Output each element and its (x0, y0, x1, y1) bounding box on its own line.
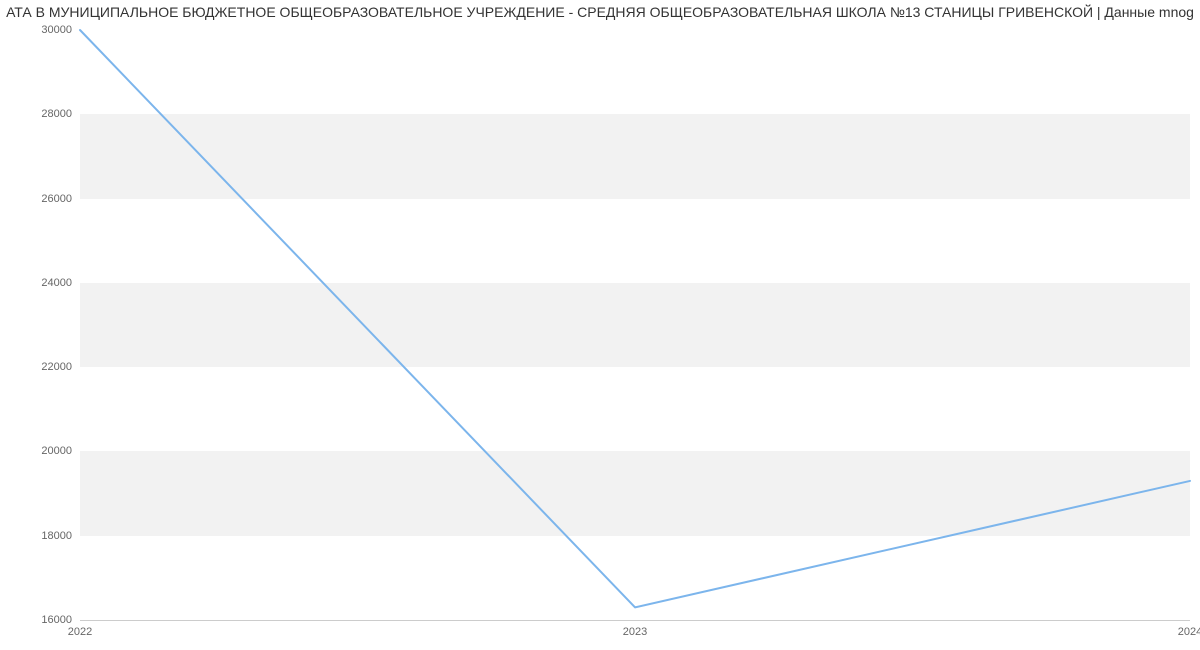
x-tick-label: 2022 (68, 620, 92, 638)
y-tick-label: 24000 (41, 277, 80, 289)
line-layer (80, 30, 1190, 620)
plot-area: 1600018000200002200024000260002800030000… (80, 30, 1190, 620)
x-tick-label: 2024 (1178, 620, 1200, 638)
y-tick-label: 18000 (41, 530, 80, 542)
x-tick-label: 2023 (623, 620, 647, 638)
chart-title: АТА В МУНИЦИПАЛЬНОЕ БЮДЖЕТНОЕ ОБЩЕОБРАЗО… (0, 4, 1200, 20)
chart-container: АТА В МУНИЦИПАЛЬНОЕ БЮДЖЕТНОЕ ОБЩЕОБРАЗО… (0, 0, 1200, 650)
y-tick-label: 22000 (41, 361, 80, 373)
y-tick-label: 26000 (41, 193, 80, 205)
y-tick-label: 28000 (41, 108, 80, 120)
y-tick-label: 30000 (41, 24, 80, 36)
y-tick-label: 20000 (41, 445, 80, 457)
series-line (80, 30, 1190, 607)
